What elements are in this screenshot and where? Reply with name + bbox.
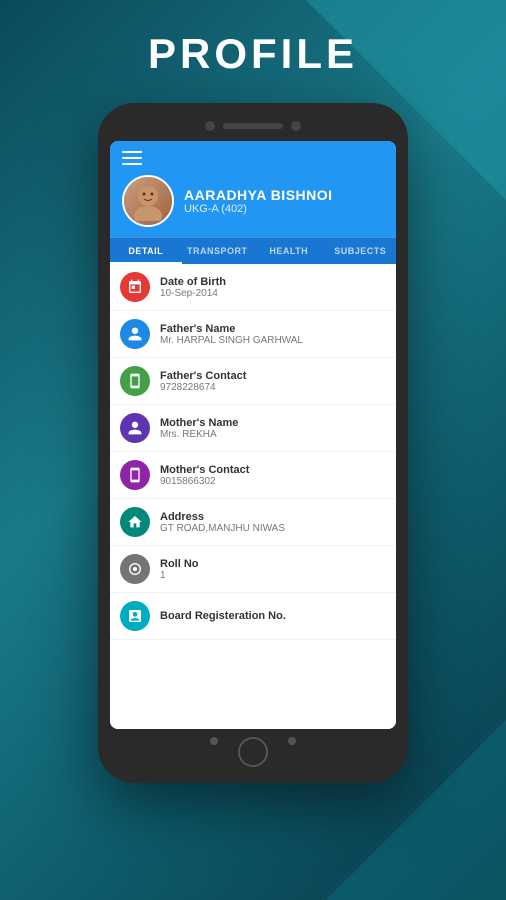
dob-text: Date of Birth 10-Sep-2014 [160, 276, 386, 299]
detail-item-address: Address GT ROAD,MANJHU NIWAS [110, 499, 396, 546]
home-btn[interactable] [238, 737, 268, 767]
app-header: AARADHYA BISHNOI UKG-A (402) [110, 141, 396, 237]
father-phone-icon [120, 366, 150, 396]
student-class: UKG-A (402) [184, 203, 384, 215]
father-icon [120, 319, 150, 349]
tab-transport[interactable]: TRANSPORT [182, 238, 254, 264]
hamburger-menu-icon[interactable] [122, 151, 142, 165]
phone-top-bar [110, 115, 396, 141]
phone-screen: AARADHYA BISHNOI UKG-A (402) DETAIL TRAN… [110, 141, 396, 729]
avatar [122, 175, 174, 227]
mother-contact-text: Mother's Contact 9015866302 [160, 464, 386, 487]
mother-icon [120, 413, 150, 443]
page-title: PROFILE [148, 30, 358, 78]
detail-item-board-reg: Board Registeration No. [110, 593, 396, 640]
mother-phone-icon [120, 460, 150, 490]
father-name-text: Father's Name Mr. HARPAL SINGH GARHWAL [160, 323, 386, 346]
detail-item-dob: Date of Birth 10-Sep-2014 [110, 264, 396, 311]
tab-health[interactable]: HEALTH [253, 238, 325, 264]
tab-detail[interactable]: DETAIL [110, 238, 182, 264]
detail-item-roll: Roll No 1 [110, 546, 396, 593]
phone-frame: AARADHYA BISHNOI UKG-A (402) DETAIL TRAN… [98, 103, 408, 783]
profile-info: AARADHYA BISHNOI UKG-A (402) [184, 187, 384, 215]
detail-item-mother-contact: Mother's Contact 9015866302 [110, 452, 396, 499]
recent-btn[interactable] [288, 737, 296, 745]
phone-camera [291, 121, 301, 131]
tab-subjects[interactable]: SUBJECTS [325, 238, 397, 264]
calendar-icon [120, 272, 150, 302]
detail-item-mother-name: Mother's Name Mrs. REKHA [110, 405, 396, 452]
father-contact-text: Father's Contact 9728228674 [160, 370, 386, 393]
address-text: Address GT ROAD,MANJHU NIWAS [160, 511, 386, 534]
detail-item-father-contact: Father's Contact 9728228674 [110, 358, 396, 405]
phone-speaker [223, 123, 283, 129]
student-name: AARADHYA BISHNOI [184, 187, 384, 203]
mother-name-text: Mother's Name Mrs. REKHA [160, 417, 386, 440]
roll-icon [120, 554, 150, 584]
roll-text: Roll No 1 [160, 558, 386, 581]
phone-bottom-bar [110, 729, 396, 771]
address-icon [120, 507, 150, 537]
board-reg-icon [120, 601, 150, 631]
detail-list: Date of Birth 10-Sep-2014 Father's Name … [110, 264, 396, 729]
profile-section: AARADHYA BISHNOI UKG-A (402) [122, 175, 384, 227]
board-reg-text: Board Registeration No. [160, 610, 386, 622]
phone-camera [205, 121, 215, 131]
tab-navigation: DETAIL TRANSPORT HEALTH SUBJECTS [110, 237, 396, 264]
detail-item-father-name: Father's Name Mr. HARPAL SINGH GARHWAL [110, 311, 396, 358]
back-btn[interactable] [210, 737, 218, 745]
